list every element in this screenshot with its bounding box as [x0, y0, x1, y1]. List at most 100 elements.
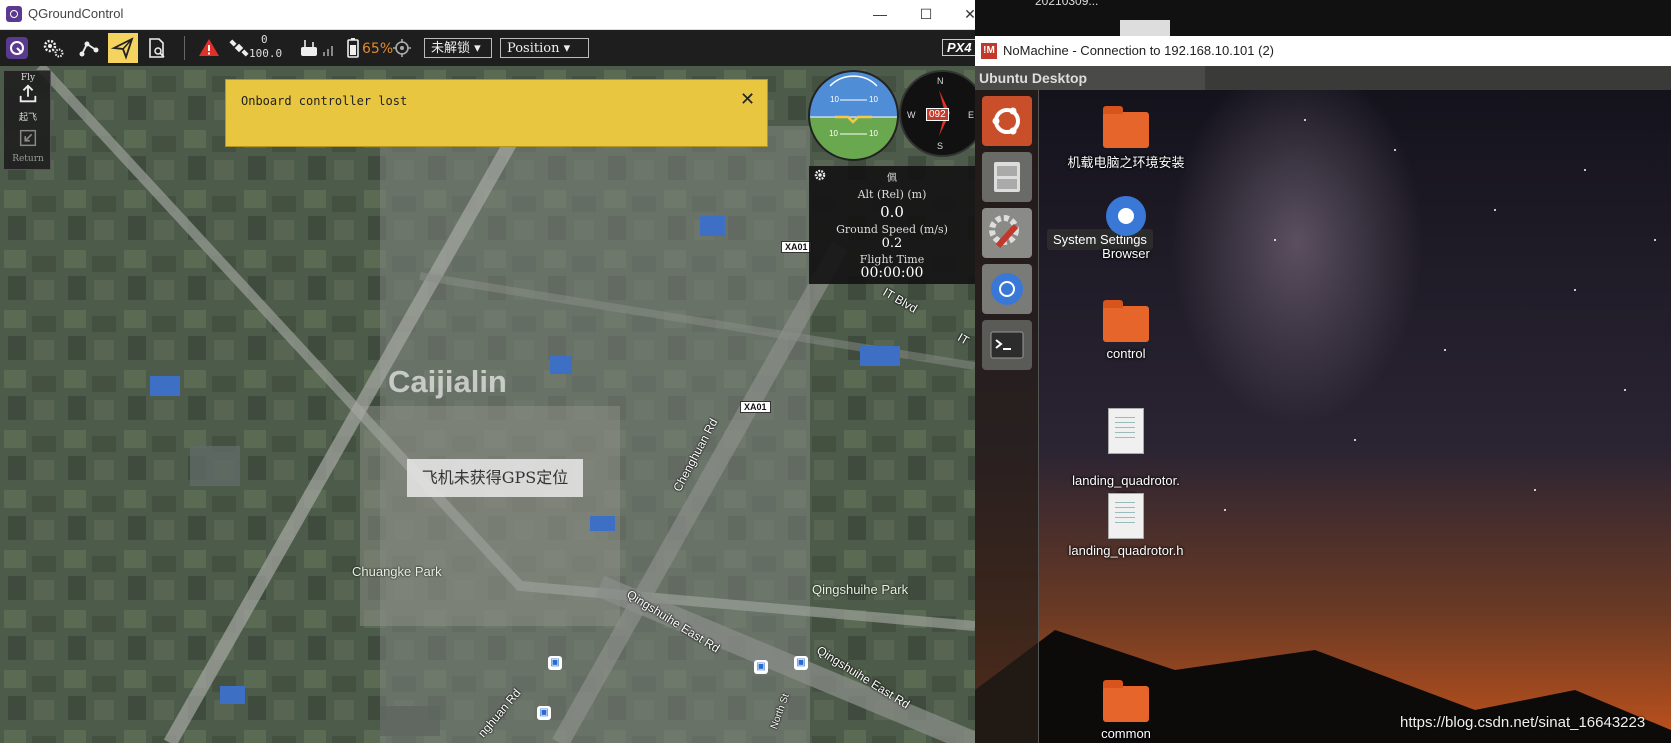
qgc-window-title: QGroundControl [28, 6, 124, 21]
desktop-icon-label: control [1106, 346, 1146, 361]
qgc-titlebar: QGroundControl — ☐ ✕ [0, 0, 993, 30]
paper-plane-icon [110, 37, 134, 60]
bus-stop-icon: ▣ [548, 656, 562, 670]
flight-mode-value: Position [507, 41, 560, 56]
compass-indicator: N W E S 092 [899, 70, 975, 157]
map-label-park-2: Qingshuihe Park [812, 582, 909, 597]
desktop-folder-common[interactable]: common [1066, 680, 1186, 741]
qgc-logo-button[interactable] [2, 33, 32, 63]
file-cabinet-icon [994, 162, 1020, 192]
fly-view-button[interactable] [108, 33, 138, 63]
settings-view-button[interactable] [38, 33, 68, 63]
folder-icon [1103, 300, 1149, 342]
alt-value: 0.0 [880, 203, 904, 221]
nomachine-titlebar: !M NoMachine - Connection to 192.168.10.… [975, 36, 1671, 67]
gps-status-message: 飞机未获得GPS定位 [407, 459, 583, 497]
compass-heading: 092 [926, 108, 949, 121]
instrument-panel-tag: 佩 [887, 173, 897, 184]
desktop-file-landing-h[interactable]: landing_quadrotor.h [1066, 493, 1186, 558]
ubuntu-top-panel: Ubuntu Desktop [975, 66, 1671, 90]
qgc-logo-icon [6, 37, 28, 59]
takeoff-label: 起飞 [18, 113, 37, 123]
arm-state-dropdown[interactable]: 未解锁 ▾ [424, 38, 492, 58]
crosshair-icon [393, 39, 411, 57]
launcher-browser-button[interactable] [982, 264, 1032, 314]
compass-n: N [937, 76, 944, 86]
folder-icon [1103, 680, 1149, 722]
rtk-indicator[interactable] [387, 33, 417, 63]
brand-logo: PX4 [942, 39, 977, 56]
satellite-icon [229, 39, 249, 57]
alert-message: Onboard controller lost [241, 94, 408, 108]
launcher-terminal-button[interactable] [982, 320, 1032, 370]
compass-e: E [968, 110, 975, 120]
flight-mode-dropdown[interactable]: Position ▾ [500, 38, 589, 58]
analyze-view-button[interactable] [142, 33, 172, 63]
launcher-files-button[interactable] [982, 152, 1032, 202]
bus-stop-icon: ▣ [537, 706, 551, 720]
header-file-icon [1108, 493, 1144, 539]
nomachine-topbar: 20210309... [975, 0, 1671, 36]
highway-shield-1: XA01 [781, 241, 812, 253]
alert-banner: Onboard controller lost ✕ [225, 79, 768, 147]
compass-s: S [937, 141, 944, 151]
desktop-browser-shortcut[interactable]: Browser [1066, 196, 1186, 261]
arm-state-value: 未解锁 [431, 41, 471, 56]
pitch-down-label: 10 [829, 129, 838, 138]
alert-close-button[interactable]: ✕ [740, 89, 755, 110]
takeoff-button[interactable]: 起飞 [4, 83, 52, 123]
nomachine-logo-icon: !M [981, 43, 997, 59]
desktop-icon-label: 机载电脑之环境安装 [1067, 155, 1185, 170]
ground-speed-value: 0.2 [881, 236, 903, 251]
ubuntu-launcher [975, 90, 1039, 743]
chromium-icon [1106, 196, 1146, 236]
watermark-text: https://blog.csdn.net/sinat_16643223 [1400, 714, 1646, 731]
fly-tool-strip: Fly 起飞 Return [3, 70, 51, 170]
desktop-folder-env-setup[interactable]: 机载电脑之环境安装 [1066, 106, 1186, 171]
messages-indicator[interactable] [194, 33, 224, 63]
vehicle-setup-button[interactable] [74, 33, 104, 63]
cpp-file-icon [1108, 408, 1144, 454]
return-label: Return [12, 154, 44, 164]
attitude-horizon-icon [810, 72, 897, 159]
return-button[interactable]: Return [4, 127, 52, 167]
gears-icon [43, 39, 64, 58]
ubuntu-logo-icon [992, 107, 1020, 135]
launcher-system-settings-button[interactable] [982, 208, 1032, 258]
bus-stop-icon: ▣ [794, 656, 808, 670]
ubuntu-panel-title: Ubuntu Desktop [979, 70, 1088, 86]
chevron-down-icon: ▾ [474, 41, 481, 56]
document-search-icon [149, 38, 165, 58]
bus-stop-icon: ▣ [754, 660, 768, 674]
desktop-icon-label: Browser [1102, 246, 1150, 261]
flight-time-value: 00:00:00 [860, 265, 924, 281]
instrument-panel: 佩 Alt (Rel) (m) 0.0 Ground Speed (m/s) 0… [809, 166, 975, 284]
toolbar-divider [184, 36, 185, 60]
alt-label: Alt (Rel) (m) [857, 188, 927, 201]
topbar-filename: 20210309... [1035, 0, 1099, 8]
launcher-dash-button[interactable] [982, 96, 1032, 146]
map-label-town: Caijialin [388, 364, 507, 399]
ground-speed-label: Ground Speed (m/s) [836, 223, 948, 236]
desktop-icon-label: common [1101, 726, 1151, 741]
qgc-toolbar: 0 100.0 65% 未解锁 ▾ Position ▾ PX4 [0, 30, 993, 66]
attitude-indicator: 10 10 10 10 [808, 70, 899, 161]
warning-triangle-icon [199, 39, 219, 56]
fly-tool-label: Fly [20, 73, 36, 83]
highway-shield-2: XA01 [740, 401, 771, 413]
compass-w: W [907, 110, 916, 120]
chromium-icon [991, 273, 1023, 305]
gps-hdop: 100.0 [249, 47, 283, 60]
topbar-thumbnail [1120, 20, 1170, 36]
folder-icon [1103, 106, 1149, 148]
return-icon [19, 129, 37, 147]
waypoint-path-icon [79, 41, 99, 57]
desktop-icon-label: landing_quadrotor.h [1068, 543, 1184, 558]
settings-wrench-icon [989, 215, 1019, 249]
maximize-button[interactable]: ☐ [903, 0, 949, 29]
chevron-down-icon: ▾ [563, 41, 571, 56]
nomachine-window-title: NoMachine - Connection to 192.168.10.101… [1003, 43, 1275, 58]
gps-count: 0 [261, 33, 268, 46]
minimize-button[interactable]: — [857, 0, 903, 29]
desktop-folder-control[interactable]: control [1066, 300, 1186, 361]
